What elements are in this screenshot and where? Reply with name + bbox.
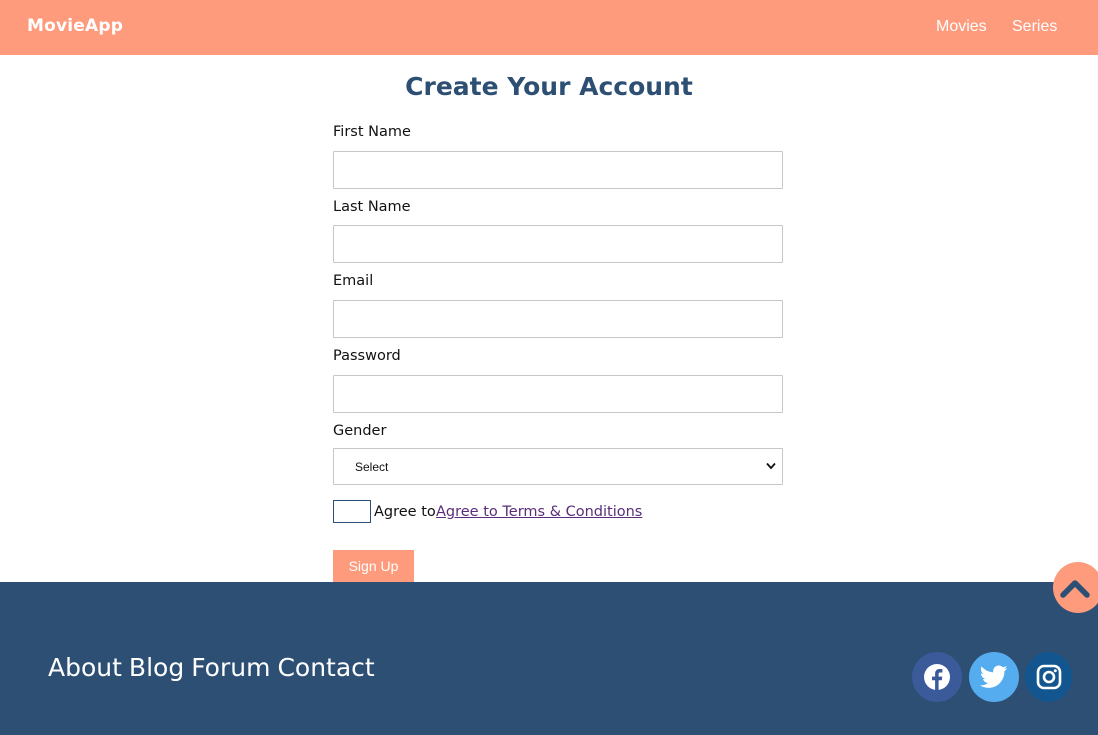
facebook-icon [924,664,950,690]
terms-row: Agree to Agree to Terms & Conditions [333,500,783,524]
footer-link-forum[interactable]: Forum [191,653,270,682]
twitter-button[interactable] [969,652,1019,702]
first-name-label: First Name [333,124,411,140]
footer-link-about[interactable]: About [48,653,122,682]
sign-up-button[interactable]: Sign Up [333,550,414,582]
password-input[interactable] [333,375,783,413]
chevron-up-icon [1060,579,1090,598]
instagram-icon [1036,664,1061,690]
footer-link-blog[interactable]: Blog [129,653,184,682]
last-name-input[interactable] [333,225,783,263]
gender-select-value: Select [355,459,389,474]
email-label: Email [333,273,374,289]
footer-nav: About Blog Forum Contact [48,653,382,682]
chevron-down-icon [766,462,776,470]
brand-logo[interactable]: MovieApp [27,16,123,36]
gender-select[interactable]: Select [333,448,783,485]
terms-text: Agree to [374,504,436,520]
page-title: Create Your Account [405,72,693,101]
password-label: Password [333,348,401,364]
nav-link-series[interactable]: Series [1012,18,1057,36]
scroll-to-top-button[interactable] [1053,562,1098,613]
nav-link-movies[interactable]: Movies [936,18,987,36]
last-name-label: Last Name [333,199,411,215]
terms-link[interactable]: Agree to Terms & Conditions [436,504,642,520]
navbar: MovieApp Movies Series [0,0,1098,55]
email-input[interactable] [333,300,783,338]
first-name-input[interactable] [333,151,783,189]
gender-label: Gender [333,423,387,439]
instagram-button[interactable] [1025,652,1072,702]
terms-checkbox[interactable] [333,500,371,523]
facebook-button[interactable] [912,652,962,702]
twitter-icon [980,665,1008,688]
footer-link-contact[interactable]: Contact [277,653,374,682]
